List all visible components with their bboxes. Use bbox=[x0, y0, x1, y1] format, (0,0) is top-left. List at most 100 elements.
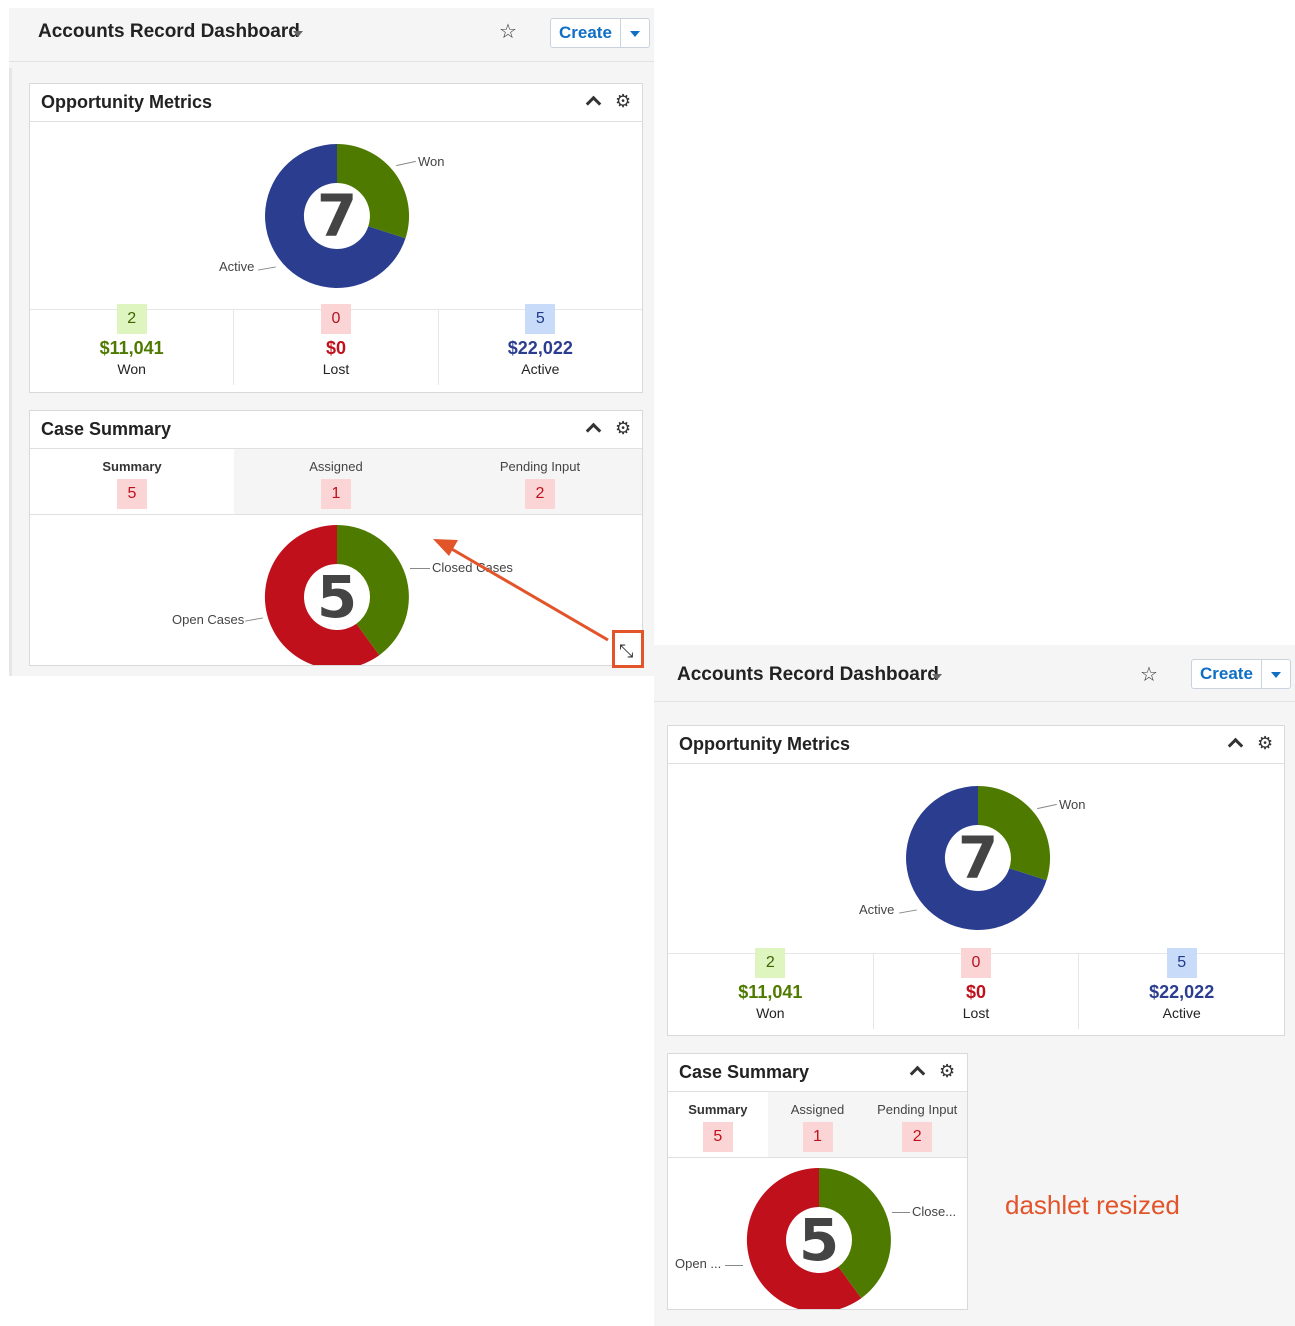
tab-label: Pending Input bbox=[499, 459, 581, 474]
open-cases-label: Open ... bbox=[675, 1256, 722, 1271]
lost-label: Lost bbox=[962, 1005, 990, 1021]
create-dropdown-icon[interactable] bbox=[621, 19, 649, 47]
tab-assigned[interactable]: Assigned 1 bbox=[767, 1092, 868, 1157]
gear-icon[interactable]: ⚙ bbox=[615, 417, 631, 439]
star-icon[interactable]: ☆ bbox=[1140, 663, 1158, 687]
lost-count-badge: 0 bbox=[961, 948, 991, 978]
won-label: Won bbox=[756, 1005, 785, 1021]
dashlet-title: Case Summary bbox=[41, 419, 172, 439]
case-summary-dashlet-resized: Case Summary ⚙ Summary 5 Assigned 1 Pend… bbox=[667, 1053, 968, 1310]
active-label: Active bbox=[521, 361, 560, 377]
active-count-badge: 5 bbox=[525, 304, 556, 334]
tab-count: 2 bbox=[525, 479, 555, 509]
active-label: Active bbox=[859, 902, 895, 917]
create-button-group: Create bbox=[1191, 659, 1291, 689]
tab-summary[interactable]: Summary 5 bbox=[668, 1092, 768, 1157]
metric-active[interactable]: 5 $22,022 Active bbox=[1079, 948, 1284, 1029]
active-amount: $22,022 bbox=[1149, 982, 1215, 1002]
won-label: Won bbox=[1059, 797, 1086, 812]
closed-cases-label: Closed Cases bbox=[432, 560, 513, 575]
metric-won[interactable]: 2 $11,041 Won bbox=[668, 948, 874, 1029]
tab-summary[interactable]: Summary 5 bbox=[30, 449, 234, 514]
chevron-up-icon[interactable] bbox=[909, 1065, 926, 1082]
create-button[interactable]: Create bbox=[551, 19, 621, 47]
tab-label: Assigned bbox=[309, 459, 363, 474]
chevron-up-icon[interactable] bbox=[585, 95, 602, 112]
chevron-up-icon[interactable] bbox=[1227, 737, 1244, 754]
opportunity-metrics: 2 $11,041 Won 0 $0 Lost 5 $22,022 Active bbox=[668, 948, 1284, 1029]
metric-lost[interactable]: 0 $0 Lost bbox=[234, 304, 439, 385]
title-dropdown-icon[interactable] bbox=[932, 674, 942, 680]
case-donut-chart: 5 bbox=[746, 1168, 891, 1309]
metric-won[interactable]: 2 $11,041 Won bbox=[30, 304, 235, 385]
dashlet-title: Opportunity Metrics bbox=[41, 92, 213, 112]
tab-count: 5 bbox=[117, 479, 147, 509]
active-label: Active bbox=[1162, 1005, 1201, 1021]
gear-icon[interactable]: ⚙ bbox=[615, 90, 631, 112]
gear-icon[interactable]: ⚙ bbox=[939, 1060, 955, 1082]
open-leader bbox=[725, 1265, 743, 1266]
donut-total: 7 bbox=[317, 182, 357, 250]
tab-count: 1 bbox=[802, 1122, 833, 1152]
dashlet-title: Case Summary bbox=[679, 1062, 810, 1082]
metric-lost[interactable]: 0 $0 Lost bbox=[874, 948, 1080, 1029]
donut-total: 5 bbox=[317, 563, 357, 631]
active-amount: $22,022 bbox=[507, 338, 573, 358]
opportunity-metrics-dashlet: Opportunity Metrics ⚙ 7 Won Active 2 $11… bbox=[29, 83, 643, 393]
tab-count: 5 bbox=[702, 1122, 733, 1152]
tab-pending-input[interactable]: Pending Input 2 bbox=[438, 449, 642, 514]
won-label: Won bbox=[117, 361, 146, 377]
tab-pending-input[interactable]: Pending Input 2 bbox=[867, 1092, 967, 1157]
donut-total: 5 bbox=[799, 1206, 839, 1274]
lost-amount: $0 bbox=[965, 982, 987, 1002]
title-dropdown-icon[interactable] bbox=[293, 31, 303, 37]
dashboard-title[interactable]: Accounts Record Dashboard bbox=[38, 21, 300, 43]
tab-label: Pending Input bbox=[877, 1102, 958, 1117]
won-amount: $11,041 bbox=[99, 338, 164, 358]
won-label: Won bbox=[418, 154, 445, 169]
tab-label: Summary bbox=[102, 459, 162, 474]
tab-label: Assigned bbox=[790, 1102, 845, 1117]
dashboard-header: Accounts Record Dashboard ☆ Create bbox=[654, 645, 1295, 702]
create-button[interactable]: Create bbox=[1192, 660, 1262, 688]
star-icon[interactable]: ☆ bbox=[499, 20, 517, 44]
lost-amount: $0 bbox=[325, 338, 346, 358]
dashboard-title[interactable]: Accounts Record Dashboard bbox=[677, 664, 939, 686]
dashboard-header: Accounts Record Dashboard ☆ Create bbox=[9, 8, 654, 62]
lost-label: Lost bbox=[322, 361, 350, 377]
tab-assigned[interactable]: Assigned 1 bbox=[234, 449, 438, 514]
active-label: Active bbox=[219, 259, 255, 274]
create-button-group: Create bbox=[550, 18, 650, 48]
resize-handle-highlight: ⤡ bbox=[612, 630, 644, 668]
lost-count-badge: 0 bbox=[320, 304, 351, 334]
donut-total: 7 bbox=[958, 824, 998, 892]
case-tabs: Summary 5 Assigned 1 Pending Input 2 bbox=[668, 1092, 967, 1158]
closed-leader bbox=[892, 1212, 910, 1213]
case-summary-dashlet: Case Summary ⚙ Summary 5 Assigned 1 Pend… bbox=[29, 410, 643, 666]
open-cases-label: Open Cases bbox=[172, 612, 245, 627]
gear-icon[interactable]: ⚙ bbox=[1257, 732, 1273, 754]
opportunity-donut-chart: 7 bbox=[906, 786, 1051, 930]
dashlet-title: Opportunity Metrics bbox=[679, 734, 851, 754]
dashlet-header: Case Summary ⚙ bbox=[668, 1054, 967, 1092]
case-donut-chart: 5 bbox=[264, 525, 409, 665]
won-count-badge: 2 bbox=[116, 304, 147, 334]
closed-cases-label: Close... bbox=[912, 1204, 957, 1219]
tab-count: 2 bbox=[902, 1122, 933, 1152]
metric-active[interactable]: 5 $22,022 Active bbox=[439, 304, 642, 385]
closed-leader bbox=[410, 568, 430, 569]
won-amount: $11,041 bbox=[738, 982, 803, 1002]
resize-annotation-text: dashlet resized bbox=[1005, 1190, 1180, 1220]
tab-count: 1 bbox=[321, 479, 351, 509]
dashlet-header: Opportunity Metrics ⚙ bbox=[30, 84, 642, 122]
resize-handle-icon[interactable]: ⤡ bbox=[619, 642, 633, 660]
dashlet-header: Case Summary ⚙ bbox=[30, 411, 642, 449]
opportunity-metrics-dashlet: Opportunity Metrics ⚙ 7 Won Active 2 $11… bbox=[667, 725, 1285, 1036]
active-count-badge: 5 bbox=[1166, 948, 1197, 978]
create-dropdown-icon[interactable] bbox=[1262, 660, 1290, 688]
dashboard-before: Accounts Record Dashboard ☆ Create Oppor… bbox=[9, 8, 654, 676]
chevron-up-icon[interactable] bbox=[585, 422, 602, 439]
case-tabs: Summary 5 Assigned 1 Pending Input 2 bbox=[30, 449, 642, 515]
dashboard-after: Accounts Record Dashboard ☆ Create Oppor… bbox=[654, 645, 1295, 1326]
dashlet-header: Opportunity Metrics ⚙ bbox=[668, 726, 1284, 764]
